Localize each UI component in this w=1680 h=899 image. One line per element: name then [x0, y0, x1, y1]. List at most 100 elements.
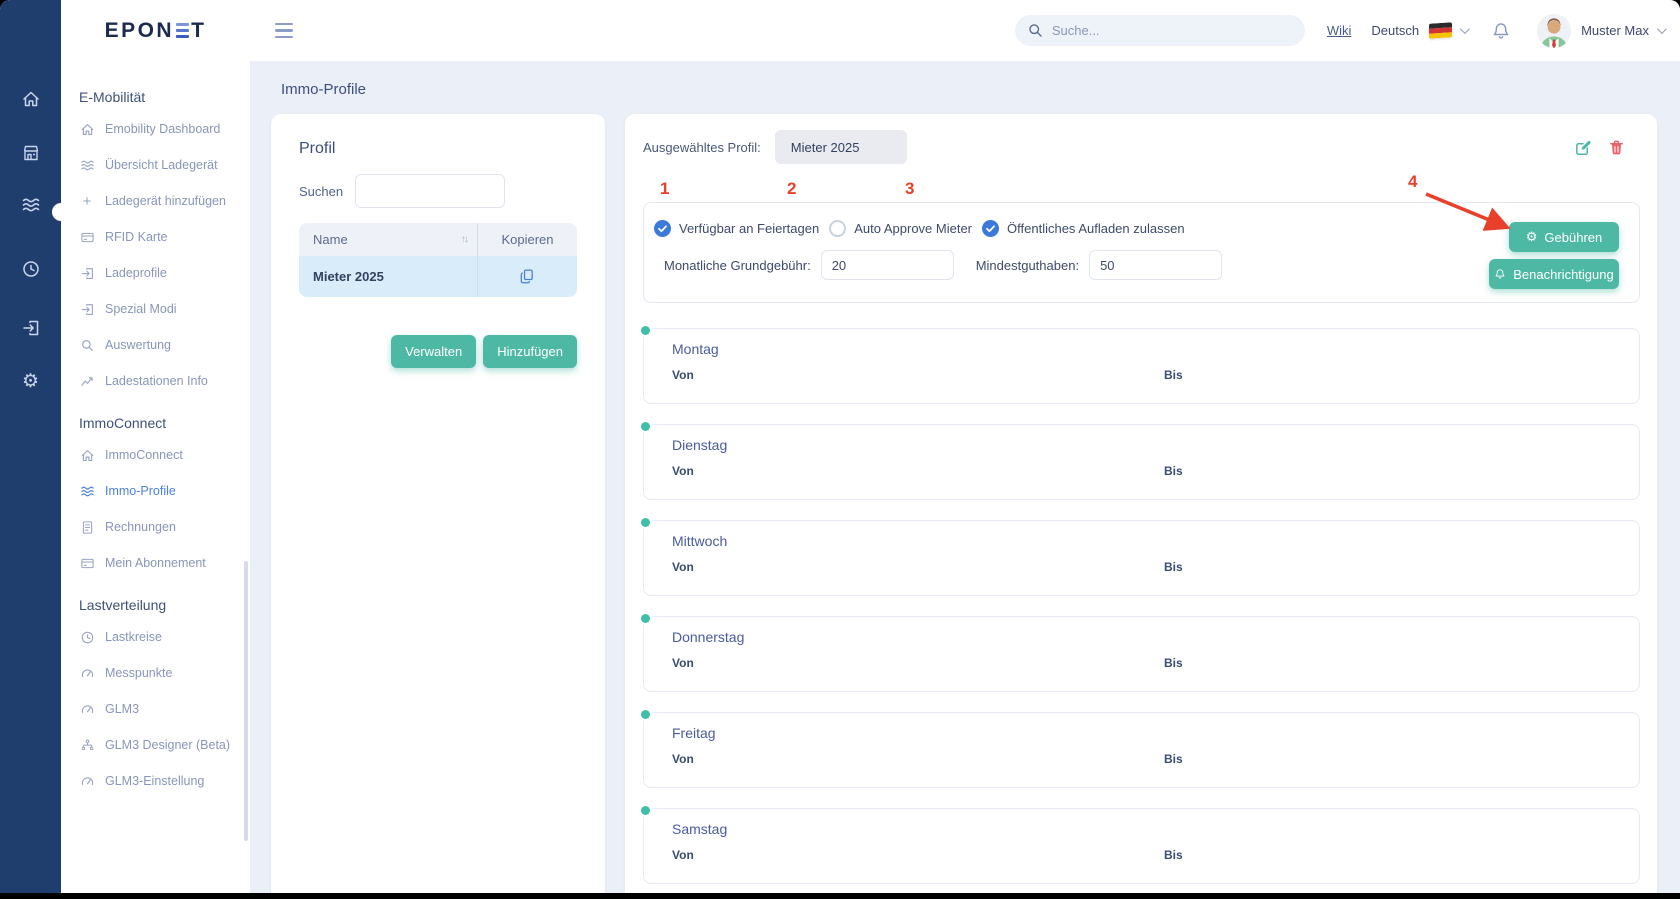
search-input[interactable] [1052, 23, 1293, 38]
status-dot [639, 804, 652, 817]
waves-icon [79, 483, 95, 499]
gauge-icon [79, 773, 95, 789]
gear-icon: ⚙ [1526, 229, 1538, 245]
checkbox-auto-approve[interactable] [829, 220, 846, 237]
sidebar-item-lastkreise[interactable]: Lastkreise [73, 619, 250, 655]
von-label: Von [672, 368, 694, 382]
sidebar-item-uebersicht-ladegeraet[interactable]: Übersicht Ladegerät [73, 147, 250, 183]
card-icon [79, 229, 95, 245]
sidebar-item-glm3[interactable]: GLM3 [73, 691, 250, 727]
benachrichtigung-button[interactable]: Benachrichtigung [1489, 259, 1619, 289]
von-label: Von [672, 848, 694, 862]
waves-icon [79, 157, 95, 173]
sidebar-item-rechnungen[interactable]: Rechnungen [73, 509, 250, 545]
day-card-montag[interactable]: Montag VonBis [643, 328, 1640, 404]
checkbox-label: Auto Approve Mieter [854, 221, 972, 236]
user-chevron-down-icon[interactable] [1657, 24, 1667, 34]
sidebar-item-spezial-modi[interactable]: Spezial Modi [73, 291, 250, 327]
bis-label: Bis [1164, 560, 1183, 574]
selected-profile-label: Ausgewähltes Profil: [643, 140, 761, 155]
section-title-emobilitaet: E-Mobilität [79, 89, 250, 105]
sidebar-item-immoconnect[interactable]: ImmoConnect [73, 437, 250, 473]
column-header-name[interactable]: Name [313, 232, 348, 247]
copy-icon[interactable] [519, 268, 536, 285]
sidebar-item-messpunkte[interactable]: Messpunkte [73, 655, 250, 691]
day-card-dienstag[interactable]: Dienstag VonBis [643, 424, 1640, 500]
verwalten-button[interactable]: Verwalten [391, 335, 476, 368]
search-icon [1027, 22, 1044, 39]
von-label: Von [672, 752, 694, 766]
language-label[interactable]: Deutsch [1371, 23, 1419, 38]
sidebar: E-Mobilität Emobility Dashboard Übersich… [61, 61, 250, 893]
gauge-icon [79, 701, 95, 717]
store-icon[interactable] [20, 142, 42, 164]
document-icon [79, 519, 95, 535]
hamburger-menu-icon[interactable] [275, 23, 293, 39]
annotation-1: 1 [660, 179, 669, 199]
bis-label: Bis [1164, 752, 1183, 766]
sidebar-item-emobility-dashboard[interactable]: Emobility Dashboard [73, 111, 250, 147]
sidebar-scrollbar[interactable] [244, 561, 248, 841]
avatar[interactable] [1537, 14, 1571, 48]
sidebar-item-ladeprofile[interactable]: Ladeprofile [73, 255, 250, 291]
sidebar-item-mein-abonnement[interactable]: Mein Abonnement [73, 545, 250, 581]
von-label: Von [672, 656, 694, 670]
home-icon [79, 121, 95, 137]
global-search[interactable] [1015, 15, 1305, 46]
annotation-2: 2 [787, 179, 796, 199]
user-menu[interactable]: Muster Max [1581, 23, 1649, 38]
card-icon [79, 555, 95, 571]
profile-name-cell[interactable]: Mieter 2025 [313, 269, 384, 284]
home-icon[interactable] [20, 88, 42, 110]
checkbox-verfuegbar-feiertage[interactable] [654, 220, 671, 237]
status-dot [639, 612, 652, 625]
column-header-kopieren: Kopieren [501, 232, 553, 247]
sign-in-icon[interactable] [20, 317, 42, 339]
checkbox-label: Verfügbar an Feiertagen [679, 221, 819, 236]
min-balance-input[interactable] [1089, 250, 1222, 280]
trash-icon[interactable] [1607, 138, 1626, 157]
bis-label: Bis [1164, 848, 1183, 862]
german-flag-icon[interactable] [1429, 22, 1452, 39]
checkbox-oeffentliches-aufladen[interactable] [982, 220, 999, 237]
plus-icon: + [79, 193, 95, 209]
suchen-label: Suchen [299, 184, 343, 199]
monthly-fee-input[interactable] [821, 250, 954, 280]
edit-icon[interactable] [1574, 138, 1593, 157]
day-card-freitag[interactable]: Freitag VonBis [643, 712, 1640, 788]
annotation-4: 4 [1408, 172, 1417, 192]
day-card-donnerstag[interactable]: Donnerstag VonBis [643, 616, 1640, 692]
wiki-link[interactable]: Wiki [1327, 23, 1352, 38]
sidebar-item-auswertung[interactable]: Auswertung [73, 327, 250, 363]
selected-profile-select[interactable]: Mieter 2025 [775, 130, 907, 164]
chevron-down-icon[interactable] [1460, 24, 1470, 34]
gauge-icon [79, 665, 95, 681]
table-row[interactable]: Mieter 2025 [299, 256, 577, 297]
waves-icon[interactable] [20, 194, 42, 216]
sidebar-item-immo-profile[interactable]: Immo-Profile [73, 473, 250, 509]
sort-icon[interactable]: ↑↓ [461, 234, 467, 245]
status-dot [639, 420, 652, 433]
hinzufuegen-button[interactable]: Hinzufügen [483, 335, 577, 368]
sign-in-icon [79, 265, 95, 281]
sidebar-item-ladestationen-info[interactable]: Ladestationen Info [73, 363, 250, 399]
weekday-schedule-list: Montag VonBis Dienstag VonBis Mittwoch V… [643, 328, 1640, 893]
sidebar-item-glm3-designer[interactable]: GLM3 Designer (Beta) [73, 727, 250, 763]
day-card-samstag[interactable]: Samstag VonBis [643, 808, 1640, 884]
home-icon [79, 447, 95, 463]
min-balance-label: Mindestguthaben: [976, 258, 1079, 273]
logo: EPONT [61, 19, 250, 43]
von-label: Von [672, 560, 694, 574]
status-dot [639, 324, 652, 337]
profil-search-input[interactable] [355, 174, 505, 208]
profil-panel-title: Profil [299, 140, 577, 158]
sidebar-item-rfid-karte[interactable]: RFID Karte [73, 219, 250, 255]
clock-icon[interactable] [20, 258, 42, 280]
sidebar-item-ladegeraet-hinzufuegen[interactable]: +Ladegerät hinzufügen [73, 183, 250, 219]
gear-icon[interactable]: ⚙ [20, 370, 42, 392]
annotation-3: 3 [905, 179, 914, 199]
gebuehren-button[interactable]: ⚙Gebühren [1509, 222, 1619, 252]
notifications-bell-icon[interactable] [1491, 21, 1511, 41]
sidebar-item-glm3-einstellung[interactable]: GLM3-Einstellung [73, 763, 250, 799]
day-card-mittwoch[interactable]: Mittwoch VonBis [643, 520, 1640, 596]
